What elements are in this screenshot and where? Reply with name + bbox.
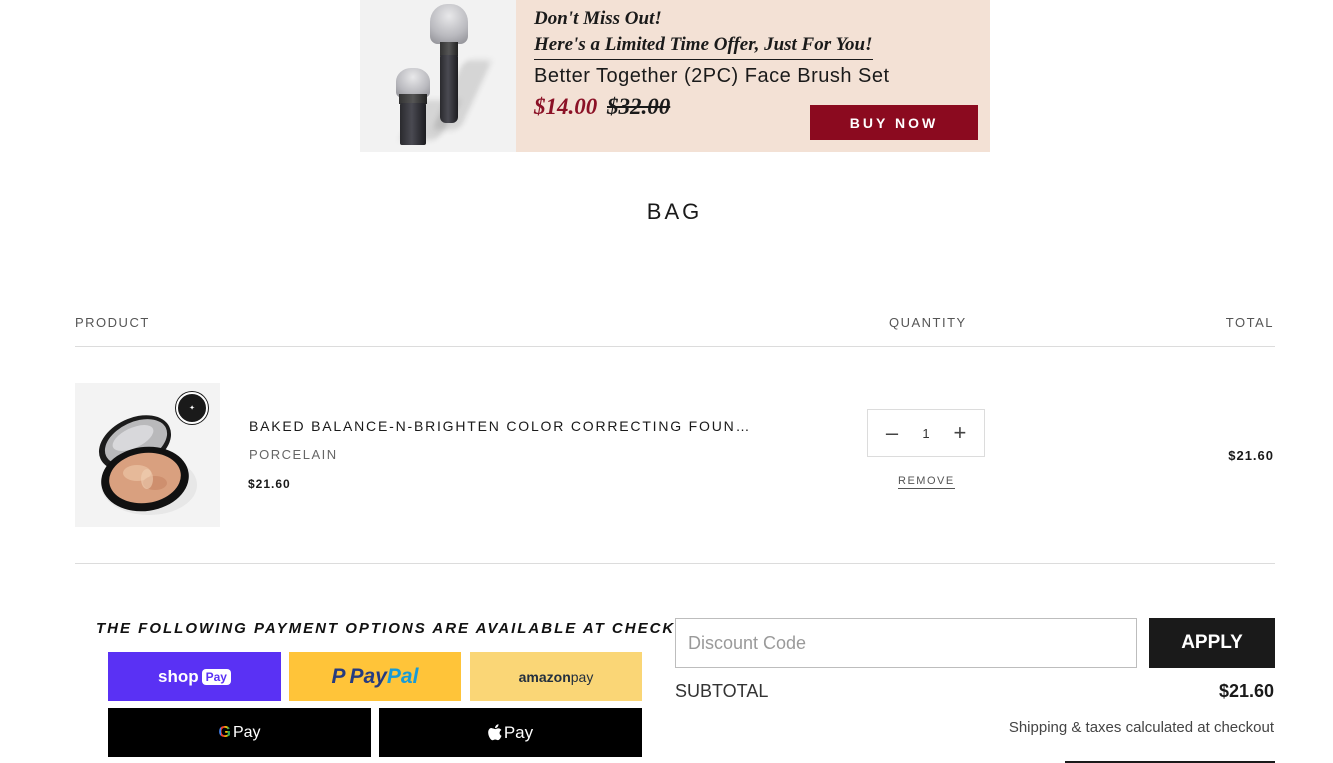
column-header-total: TOTAL	[1225, 315, 1274, 330]
apple-pay-button[interactable]: Pay	[379, 708, 642, 757]
product-unit-price: $21.60	[248, 477, 291, 491]
shop-pay-button[interactable]: shop Pay	[108, 652, 281, 701]
amazon-pay-word: pay	[570, 668, 594, 685]
apple-pay-word: Pay	[503, 722, 534, 742]
product-image[interactable]: ✦	[75, 383, 220, 527]
google-pay-word: Pay	[232, 723, 261, 741]
page-title: BAG	[646, 199, 703, 224]
google-g-icon: G	[218, 723, 231, 741]
payment-options-heading: THE FOLLOWING PAYMENT OPTIONS ARE AVAILA…	[96, 620, 719, 637]
promo-product-name: Better Together (2PC) Face Brush Set	[534, 65, 890, 87]
subtotal-value: $21.60	[1218, 681, 1274, 701]
quantity-value[interactable]: 1	[922, 426, 929, 441]
item-divider	[75, 563, 1275, 564]
promo-copy: Don't Miss Out! Here's a Limited Time Of…	[516, 0, 990, 152]
promo-banner: Don't Miss Out! Here's a Limited Time Of…	[360, 0, 990, 152]
promo-subheadline: Here's a Limited Time Offer, Just For Yo…	[534, 32, 873, 60]
apple-logo-icon	[488, 724, 502, 741]
promo-sale-price: $14.00	[534, 94, 598, 119]
discount-code-input[interactable]	[675, 618, 1137, 668]
header-divider	[75, 346, 1275, 347]
promo-headline: Don't Miss Out!	[534, 8, 662, 29]
quantity-stepper: – 1 +	[867, 409, 985, 457]
minus-icon[interactable]: –	[882, 422, 902, 444]
remove-item-link[interactable]: REMOVE	[898, 475, 955, 489]
paypal-word-pal: Pal	[386, 664, 419, 688]
paypal-button[interactable]: P Pay Pal	[289, 652, 461, 701]
buy-now-button[interactable]: BUY NOW	[810, 105, 978, 140]
free-gift-badge-icon: ✦	[176, 392, 208, 424]
paypal-word-pay: Pay	[349, 664, 387, 688]
column-header-quantity: QUANTITY	[889, 315, 967, 330]
shipping-note: Shipping & taxes calculated at checkout	[1008, 719, 1274, 736]
product-name-link[interactable]: BAKED BALANCE-N-BRIGHTEN COLOR CORRECTIN…	[249, 418, 751, 434]
shop-pay-wordmark: shop	[158, 666, 199, 686]
google-pay-button[interactable]: G Pay	[108, 708, 371, 757]
amazon-pay-button[interactable]: amazon pay	[470, 652, 642, 701]
apply-discount-button[interactable]: APPLY	[1149, 618, 1275, 668]
subtotal-label: SUBTOTAL	[675, 681, 769, 701]
product-variant: PORCELAIN	[249, 447, 338, 462]
brush-set-image	[360, 0, 516, 152]
amazon-wordmark: amazon	[518, 668, 571, 685]
line-item-total: $21.60	[1228, 448, 1274, 463]
promo-original-price: $32.00	[607, 94, 671, 119]
paypal-logo-icon: P	[331, 664, 346, 688]
column-header-product: PRODUCT	[75, 315, 150, 330]
shop-pay-pill: Pay	[201, 668, 231, 685]
plus-icon[interactable]: +	[950, 422, 970, 444]
